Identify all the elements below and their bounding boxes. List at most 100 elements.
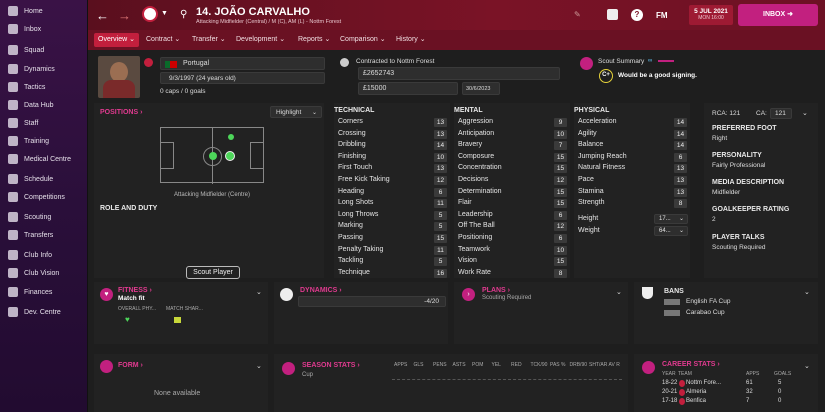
wage-box: £15000 — [358, 82, 458, 95]
form-panel: FORM › ⌄ None available — [94, 354, 268, 412]
edit-icon[interactable]: ✎ — [574, 10, 581, 19]
pitch — [160, 127, 264, 184]
tab-overview[interactable]: Overview ⌄ — [94, 33, 140, 47]
chevron-down-icon[interactable]: ⌄ — [256, 288, 262, 296]
help-icon[interactable]: ? — [631, 9, 643, 21]
inbox-button[interactable]: INBOX ➜ — [738, 4, 818, 26]
form-title[interactable]: FORM › — [118, 362, 143, 369]
season-stats-panel: SEASON STATS › Cup APPS GLS PENS ASTS POM YEL… — [274, 354, 628, 412]
tab-history[interactable]: History ⌄ — [396, 33, 426, 47]
forward-arrow-icon[interactable]: → — [118, 8, 131, 23]
nav-icon — [8, 212, 18, 222]
attribute-row: Vision 15 — [458, 257, 570, 268]
positions-title[interactable]: POSITIONS › — [100, 109, 142, 116]
nav-item-finances[interactable]: Finances — [0, 283, 88, 301]
nav-icon — [8, 268, 18, 278]
fm-logo[interactable]: FM — [656, 11, 668, 20]
nav-item-data-hub[interactable]: Data Hub — [0, 96, 88, 114]
career-cell: Benfica — [686, 398, 707, 404]
season-stats-title[interactable]: SEASON STATS › — [302, 362, 360, 369]
nav-item-competitions[interactable]: Competitions — [0, 188, 88, 206]
nav-item-inbox[interactable]: Inbox — [0, 20, 88, 38]
chevron-down-icon[interactable]: ⌄ — [804, 362, 810, 370]
season-stat-column: POM — [472, 362, 484, 368]
nav-item-dynamics[interactable]: Dynamics — [0, 60, 88, 78]
shield-icon[interactable] — [607, 9, 618, 20]
nav-item-staff[interactable]: Staff — [0, 114, 88, 132]
career-cell: 0 — [778, 389, 782, 395]
nav-item-squad[interactable]: Squad — [0, 41, 88, 59]
dynamics-icon — [280, 288, 293, 301]
ban-bar-icon — [664, 310, 680, 316]
season-stat-column: RED — [511, 362, 522, 368]
attribute-value: 6 — [674, 152, 687, 162]
height-dropdown[interactable]: 17... ⌄ — [654, 214, 688, 224]
tab-transfer[interactable]: Transfer ⌄ — [192, 33, 226, 47]
attribute-row: Heading 6 — [338, 187, 450, 199]
attribute-value: 13 — [674, 176, 687, 185]
season-stat-column: GLS — [413, 362, 424, 368]
stats-icon — [282, 362, 295, 375]
nav-item-home[interactable]: Home — [0, 2, 88, 20]
attribute-row: Aggression 9 — [458, 118, 570, 129]
search-icon[interactable]: ⚲ — [180, 9, 187, 20]
tab-reports[interactable]: Reports ⌄ — [298, 33, 330, 47]
highlight-dropdown[interactable]: Highlight ⌄ — [270, 106, 322, 118]
back-arrow-icon[interactable]: ← — [96, 8, 109, 23]
career-stats-title[interactable]: CAREER STATS › — [662, 361, 720, 368]
ca-box[interactable]: 121 — [770, 108, 792, 119]
dynamics-title[interactable]: DYNAMICS › — [300, 287, 342, 294]
club-crest-icon — [679, 398, 685, 405]
chevron-down-icon[interactable]: ⌄ — [616, 288, 622, 296]
nav-item-club-info[interactable]: Club Info — [0, 246, 88, 264]
attribute-row: Pace 13 — [578, 176, 690, 187]
tab-development[interactable]: Development ⌄ — [236, 33, 285, 47]
position-dot-am-l — [228, 134, 234, 140]
chevron-down-icon: ⌄ — [129, 36, 136, 43]
nav-item-scouting[interactable]: Scouting — [0, 208, 88, 226]
attribute-row: Technique 16 — [338, 268, 450, 280]
nav-item-schedule[interactable]: Schedule — [0, 170, 88, 188]
chevron-down-icon[interactable]: ⌄ — [256, 362, 262, 370]
position-label: Attacking Midfielder (Centre) — [173, 192, 251, 198]
weight-dropdown[interactable]: 64... ⌄ — [654, 226, 688, 236]
fitness-title[interactable]: FITNESS › — [118, 287, 152, 294]
heart-icon: ♥ — [100, 288, 113, 301]
career-cell: 0 — [778, 398, 782, 404]
season-stat-column: DRB/90 — [569, 362, 588, 368]
nav-item-club-vision[interactable]: Club Vision — [0, 264, 88, 282]
attribute-row: Marking 5 — [338, 222, 450, 233]
career-cell: 17-18 — [662, 398, 678, 404]
dob-box: 9/3/1997 (24 years old) — [160, 72, 325, 84]
nav-item-tactics[interactable]: Tactics — [0, 78, 88, 96]
nav-item-dev-centre[interactable]: Dev. Centre — [0, 303, 88, 321]
chevron-down-icon[interactable]: ▼ — [161, 10, 168, 17]
tab-contract[interactable]: Contract ⌄ — [146, 33, 180, 47]
season-stat-column: PAS % — [550, 362, 566, 368]
scout-player-button[interactable]: Scout Player — [186, 266, 240, 279]
nav-icon — [8, 6, 18, 16]
dynamics-panel: DYNAMICS › -4/20 — [274, 282, 448, 344]
plans-panel: › PLANS › Scouting Required ⌄ — [454, 282, 628, 344]
attribute-row: Flair 15 — [458, 199, 570, 210]
plans-title[interactable]: PLANS › — [482, 287, 510, 294]
nav-item-transfers[interactable]: Transfers — [0, 226, 88, 244]
attribute-value: 15 — [554, 187, 567, 197]
positions-panel: POSITIONS › Highlight ⌄ Attacking Midfie… — [94, 103, 324, 279]
physical-title: PHYSICAL — [574, 107, 610, 114]
tab-comparison[interactable]: Comparison ⌄ — [340, 33, 386, 47]
nav-item-training[interactable]: Training — [0, 132, 88, 150]
attribute-row: Concentration 15 — [458, 164, 570, 175]
chevron-down-icon[interactable]: ⌄ — [802, 109, 808, 117]
nav-icon — [8, 192, 18, 202]
club-badge-icon[interactable] — [142, 6, 158, 22]
date-box[interactable]: 5 JUL 2021 MON 16:00 — [689, 5, 733, 25]
chevron-down-icon[interactable]: ⌄ — [804, 288, 810, 296]
attribute-value: 8 — [674, 199, 687, 209]
attribute-value: 6 — [434, 187, 447, 197]
career-column: APPS — [746, 371, 760, 377]
club-crest-icon — [679, 389, 685, 396]
nav-item-medical-centre[interactable]: Medical Centre — [0, 150, 88, 168]
attribute-row: Balance 14 — [578, 141, 690, 152]
match-sharpness-icon — [174, 317, 181, 323]
